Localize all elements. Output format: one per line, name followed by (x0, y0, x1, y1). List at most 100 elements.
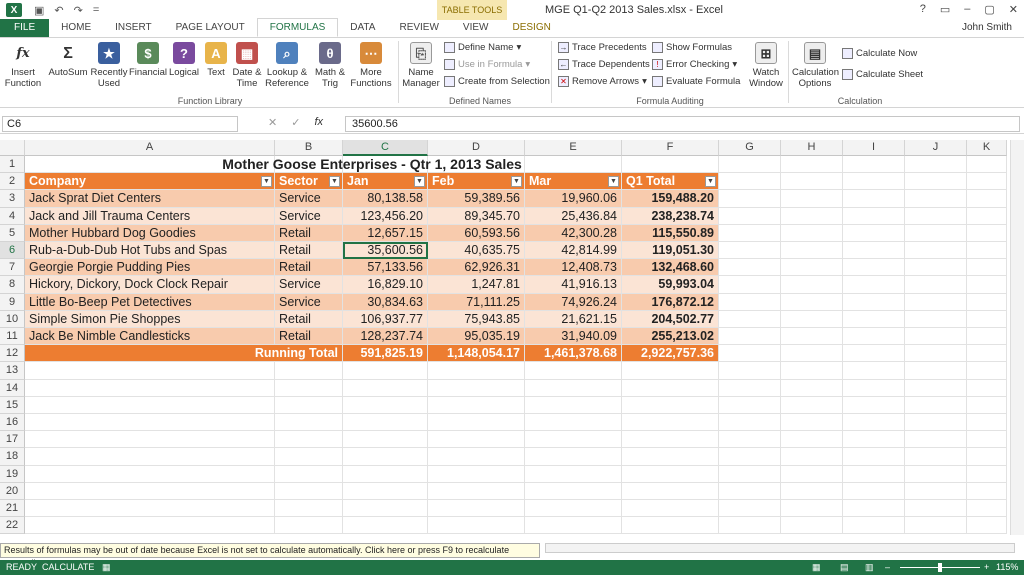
cell[interactable] (967, 517, 1007, 535)
column-header-g[interactable]: G (719, 140, 781, 156)
cell[interactable] (781, 448, 843, 466)
cell[interactable] (905, 259, 967, 277)
cell[interactable] (275, 465, 343, 483)
column-header-e[interactable]: E (525, 140, 622, 156)
cell[interactable] (25, 414, 275, 432)
cell[interactable] (967, 431, 1007, 449)
watch-window-button[interactable]: ⊞ Watch Window (748, 42, 784, 89)
row-header-10[interactable]: 10 (0, 310, 25, 328)
cell[interactable] (967, 379, 1007, 397)
cell[interactable] (843, 345, 905, 363)
cell[interactable] (719, 465, 781, 483)
cell[interactable] (25, 362, 275, 380)
table-cell[interactable]: Jack Sprat Diet Centers (25, 190, 275, 208)
table-cell[interactable]: 128,237.74 (343, 328, 428, 346)
cell[interactable] (275, 414, 343, 432)
table-cell[interactable]: 21,621.15 (525, 310, 622, 328)
running-total-value[interactable]: 2,922,757.36 (622, 345, 719, 363)
table-cell[interactable]: 12,657.15 (343, 224, 428, 242)
table-cell[interactable]: 115,550.89 (622, 224, 719, 242)
column-header-d[interactable]: D (428, 140, 525, 156)
ribbon-display-icon[interactable]: ▭ (940, 3, 950, 16)
calculate-status[interactable]: CALCULATE (42, 560, 94, 575)
cell[interactable] (719, 345, 781, 363)
table-cell[interactable]: 59,993.04 (622, 276, 719, 294)
formula-input[interactable]: 35600.56 (345, 116, 1020, 132)
table-cell[interactable]: Retail (275, 328, 343, 346)
cell[interactable] (967, 173, 1007, 191)
table-cell[interactable]: 16,829.10 (343, 276, 428, 294)
table-cell[interactable]: Retail (275, 224, 343, 242)
table-cell[interactable]: 60,593.56 (428, 224, 525, 242)
tab-data[interactable]: DATA (338, 19, 387, 37)
table-cell[interactable]: 42,300.28 (525, 224, 622, 242)
cell[interactable] (719, 500, 781, 518)
undo-icon[interactable]: ↶ (54, 4, 63, 17)
cell[interactable] (781, 276, 843, 294)
cell[interactable] (967, 293, 1007, 311)
table-cell[interactable]: 62,926.31 (428, 259, 525, 277)
calculation-options-button[interactable]: ▤ Calculation Options (792, 42, 839, 89)
table-cell[interactable]: 1,247.81 (428, 276, 525, 294)
tab-review[interactable]: REVIEW (387, 19, 450, 37)
row-header-3[interactable]: 3 (0, 190, 25, 208)
row-header-21[interactable]: 21 (0, 500, 25, 518)
cell[interactable] (967, 345, 1007, 363)
filter-dropdown-icon[interactable]: ▼ (511, 176, 522, 188)
row-header-7[interactable]: 7 (0, 259, 25, 277)
cell[interactable] (525, 396, 622, 414)
row-header-11[interactable]: 11 (0, 328, 25, 346)
row-header-5[interactable]: 5 (0, 224, 25, 242)
cell[interactable] (781, 482, 843, 500)
trace-dependents-button[interactable]: ← Trace Dependents (558, 59, 650, 70)
cell[interactable] (905, 224, 967, 242)
table-cell[interactable]: 59,389.56 (428, 190, 525, 208)
insert-function-icon[interactable]: fx (314, 116, 323, 132)
cell[interactable] (719, 482, 781, 500)
cell[interactable] (25, 431, 275, 449)
worksheet-grid[interactable]: A B C D E F G H I J K 1 2 3 4 5 6 7 8 9 10 11 12 13 14 15 16 17 18 19… (0, 140, 1024, 535)
cell[interactable] (781, 173, 843, 191)
evaluate-formula-button[interactable]: Evaluate Formula (652, 76, 740, 87)
table-cell[interactable]: 159,488.20 (622, 190, 719, 208)
name-box[interactable]: C6 (2, 116, 238, 132)
cell[interactable] (719, 293, 781, 311)
cell[interactable] (967, 500, 1007, 518)
cell[interactable] (781, 190, 843, 208)
cell[interactable] (843, 448, 905, 466)
cell[interactable] (967, 242, 1007, 260)
cell[interactable] (967, 362, 1007, 380)
cell[interactable] (781, 396, 843, 414)
table-cell[interactable]: 204,502.77 (622, 310, 719, 328)
cell[interactable] (781, 224, 843, 242)
cell[interactable] (343, 396, 428, 414)
cancel-icon[interactable]: ✕ (268, 116, 277, 132)
cell[interactable] (967, 276, 1007, 294)
cell[interactable] (622, 517, 719, 535)
cell[interactable] (967, 465, 1007, 483)
table-cell[interactable]: Service (275, 207, 343, 225)
table-header-mar[interactable]: Mar ▼ (525, 173, 622, 191)
cell[interactable] (343, 517, 428, 535)
table-cell[interactable]: Hickory, Dickory, Dock Clock Repair (25, 276, 275, 294)
tab-design[interactable]: DESIGN (500, 19, 562, 37)
row-header-12[interactable]: 12 (0, 345, 25, 363)
row-header-4[interactable]: 4 (0, 207, 25, 225)
cell[interactable] (719, 517, 781, 535)
cell[interactable] (525, 362, 622, 380)
table-cell[interactable]: Mother Hubbard Dog Goodies (25, 224, 275, 242)
cell[interactable] (905, 396, 967, 414)
cell[interactable] (25, 379, 275, 397)
cell[interactable] (25, 396, 275, 414)
table-cell[interactable]: 255,213.02 (622, 328, 719, 346)
cell[interactable] (781, 328, 843, 346)
cell[interactable] (25, 500, 275, 518)
show-formulas-button[interactable]: Show Formulas (652, 42, 732, 53)
recalculate-notice[interactable]: Results of formulas may be out of date b… (0, 543, 540, 568)
table-cell[interactable]: 41,916.13 (525, 276, 622, 294)
cell[interactable] (719, 242, 781, 260)
column-header-b[interactable]: B (275, 140, 343, 156)
cell[interactable] (719, 190, 781, 208)
cell[interactable] (622, 482, 719, 500)
cell[interactable] (843, 276, 905, 294)
